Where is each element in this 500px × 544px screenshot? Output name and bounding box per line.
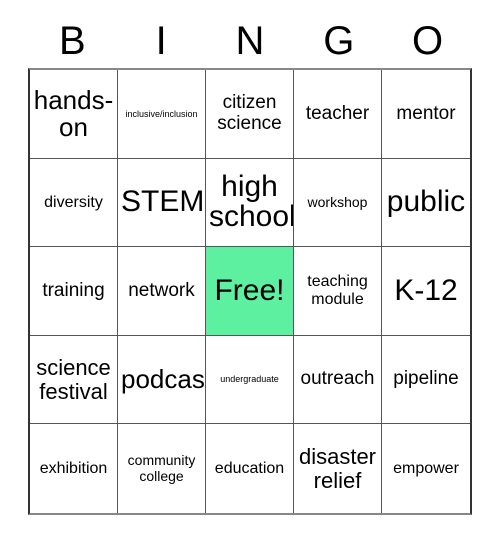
- bingo-cell-r5-c1[interactable]: exhibition: [30, 424, 118, 513]
- bingo-cell-label: Free!: [214, 273, 285, 307]
- bingo-cell-label: education: [214, 459, 285, 477]
- bingo-cell-label: diversity: [44, 193, 103, 211]
- bingo-cell-label: hands- on: [33, 84, 114, 142]
- bingo-cell-label: disaster relief: [298, 444, 377, 493]
- bingo-cell-label: network: [128, 279, 195, 301]
- bingo-cell-r3-c2[interactable]: network: [118, 247, 206, 336]
- bingo-cell-r1-c3[interactable]: citizen science: [206, 70, 294, 159]
- bingo-cell-label: undergraduate: [220, 374, 279, 385]
- bingo-cell-r2-c1[interactable]: diversity: [30, 158, 118, 248]
- bingo-cell-r5-c2[interactable]: community college: [118, 424, 206, 513]
- bingo-cell-label: empower: [393, 459, 459, 477]
- bingo-cell-r5-c4[interactable]: disaster relief: [294, 424, 382, 513]
- bingo-cell-r3-c1[interactable]: training: [30, 247, 118, 336]
- bingo-header-letter-i: I: [155, 19, 167, 63]
- bingo-cell-label: exhibition: [39, 459, 108, 477]
- bingo-cell-r1-c2[interactable]: inclusive/inclusion: [118, 70, 206, 159]
- bingo-cell-r2-c2[interactable]: STEM: [118, 158, 206, 248]
- bingo-cell-label: inclusive/inclusion: [125, 108, 198, 119]
- bingo-cell-r4-c5[interactable]: pipeline: [382, 335, 470, 425]
- bingo-cell-label: citizen science: [217, 92, 282, 134]
- bingo-header-letter-n: N: [235, 19, 265, 63]
- bingo-cell-r4-c1[interactable]: science festival: [30, 335, 118, 425]
- bingo-cell-label: podcast: [121, 364, 206, 395]
- bingo-cell-label: workshop: [307, 193, 368, 210]
- bingo-header-letter-o: O: [412, 19, 444, 63]
- bingo-cell-r2-c5[interactable]: public: [382, 158, 470, 248]
- bingo-cell-label: training: [42, 279, 105, 301]
- bingo-cell-label: STEM: [121, 185, 205, 219]
- bingo-cell-label: mentor: [396, 102, 456, 124]
- bingo-header-letter-g: G: [323, 19, 355, 63]
- bingo-cell-r3-c4[interactable]: teaching module: [294, 247, 382, 336]
- bingo-cell-r5-c3[interactable]: education: [206, 424, 294, 513]
- bingo-cell-label: outreach: [300, 368, 375, 390]
- bingo-cell-label: teacher: [305, 102, 370, 124]
- bingo-cell-r3-c5[interactable]: K-12: [382, 247, 470, 336]
- bingo-header-letter-b: B: [59, 19, 86, 63]
- bingo-cell-r1-c4[interactable]: teacher: [294, 70, 382, 159]
- bingo-cell-r1-c5[interactable]: mentor: [382, 70, 470, 159]
- bingo-cell-r4-c4[interactable]: outreach: [294, 335, 382, 425]
- bingo-cell-r2-c3[interactable]: high school: [206, 158, 294, 248]
- bingo-cell-label: science festival: [36, 355, 111, 404]
- bingo-cell-r4-c3[interactable]: undergraduate: [206, 335, 294, 425]
- bingo-cell-label: teaching module: [307, 273, 368, 308]
- bingo-cell-label: pipeline: [393, 368, 459, 390]
- bingo-cell-r5-c5[interactable]: empower: [382, 424, 470, 513]
- bingo-card: B I N G O hands- on inclusive/inclusion citize…: [0, 0, 500, 544]
- bingo-cell-label: K-12: [394, 273, 458, 307]
- bingo-cell-label: public: [386, 185, 466, 219]
- bingo-cell-r1-c1[interactable]: hands- on: [30, 70, 118, 159]
- bingo-grid: hands- on inclusive/inclusion citizen scie…: [28, 68, 472, 515]
- bingo-cell-r4-c2[interactable]: podcast: [118, 335, 206, 425]
- bingo-cell-label: high school: [209, 169, 294, 234]
- bingo-free-space-cell[interactable]: Free!: [206, 247, 294, 336]
- bingo-header: BINGO: [28, 14, 472, 68]
- bingo-cell-r2-c4[interactable]: workshop: [294, 158, 382, 248]
- bingo-cell-label: community college: [127, 452, 196, 484]
